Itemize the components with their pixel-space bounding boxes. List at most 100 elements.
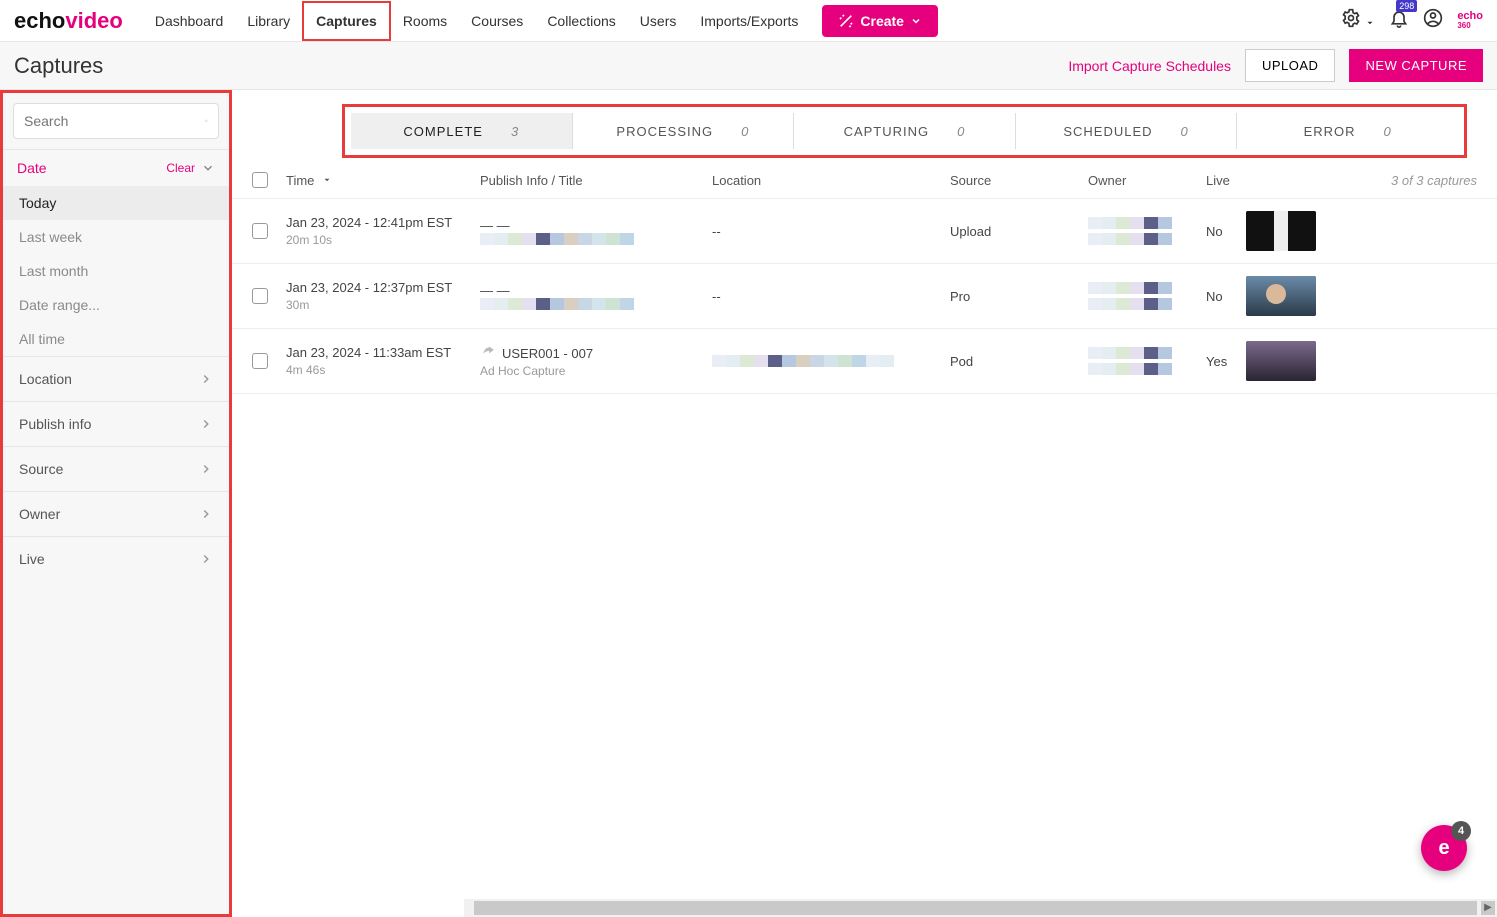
page-header: Captures Import Capture Schedules UPLOAD… [0, 42, 1497, 90]
cell-owner [1088, 347, 1206, 375]
cell-live: No [1206, 224, 1246, 239]
capture-count: 3 of 3 captures [1391, 173, 1477, 188]
nav-collections[interactable]: Collections [535, 3, 627, 39]
table-row[interactable]: Jan 23, 2024 - 12:41pm EST20m 10s— —--Up… [232, 199, 1497, 264]
nav-dashboard[interactable]: Dashboard [143, 3, 236, 39]
facet-list: LocationPublish infoSourceOwnerLive [3, 356, 229, 581]
cell-location [712, 355, 950, 367]
nav-users[interactable]: Users [628, 3, 689, 39]
notifications-button[interactable]: 298 [1389, 8, 1409, 33]
import-schedules-link[interactable]: Import Capture Schedules [1068, 58, 1231, 74]
create-button[interactable]: Create [822, 5, 938, 37]
capture-thumbnail[interactable] [1246, 276, 1316, 316]
search-icon [205, 112, 208, 130]
filter-sidebar: Date Clear TodayLast weekLast monthDate … [0, 90, 232, 917]
cell-source: Upload [950, 224, 1088, 239]
notif-badge: 298 [1396, 0, 1417, 12]
date-option-last-month[interactable]: Last month [3, 254, 229, 288]
status-tab-capturing[interactable]: CAPTURING0 [794, 113, 1016, 149]
cell-publish: USER001 - 007Ad Hoc Capture [480, 344, 712, 378]
col-owner[interactable]: Owner [1088, 173, 1206, 188]
upload-button[interactable]: UPLOAD [1245, 49, 1335, 82]
date-option-last-week[interactable]: Last week [3, 220, 229, 254]
scroll-right-arrow[interactable]: ▶ [1481, 901, 1495, 915]
horizontal-scrollbar[interactable]: ▶ [464, 899, 1497, 917]
chevron-down-icon [910, 15, 922, 27]
select-all-checkbox[interactable] [252, 172, 268, 188]
brand-part1: echo [14, 8, 65, 33]
cell-owner [1088, 282, 1206, 310]
chevron-right-icon [199, 507, 213, 521]
table-header: Time Publish Info / Title Location Sourc… [232, 164, 1497, 199]
help-fab[interactable]: e 4 [1421, 825, 1467, 871]
nav-library[interactable]: Library [235, 3, 302, 39]
redacted-content [1088, 363, 1206, 375]
top-nav: echovideo DashboardLibraryCapturesRoomsC… [0, 0, 1497, 42]
gear-icon [1341, 8, 1361, 28]
row-checkbox[interactable] [252, 288, 268, 304]
facet-location[interactable]: Location [3, 356, 229, 401]
sort-desc-icon [322, 175, 332, 185]
filter-date-label: Date [17, 160, 47, 176]
new-capture-button[interactable]: NEW CAPTURE [1349, 49, 1483, 82]
redacted-content [1088, 298, 1206, 310]
date-option-today[interactable]: Today [3, 186, 229, 220]
status-tab-scheduled[interactable]: SCHEDULED0 [1016, 113, 1238, 149]
nav-rooms[interactable]: Rooms [391, 3, 459, 39]
table-row[interactable]: Jan 23, 2024 - 12:37pm EST30m— —--ProNo [232, 264, 1497, 329]
facet-publish-info[interactable]: Publish info [3, 401, 229, 446]
col-source[interactable]: Source [950, 173, 1088, 188]
search-input[interactable] [24, 113, 205, 129]
capture-thumbnail[interactable] [1246, 211, 1316, 251]
status-tab-processing[interactable]: PROCESSING0 [573, 113, 795, 149]
facet-source[interactable]: Source [3, 446, 229, 491]
date-option-all-time[interactable]: All time [3, 322, 229, 356]
chevron-right-icon [199, 462, 213, 476]
facet-live[interactable]: Live [3, 536, 229, 581]
row-checkbox[interactable] [252, 353, 268, 369]
nav-courses[interactable]: Courses [459, 3, 535, 39]
account-button[interactable] [1423, 8, 1443, 33]
nav-captures[interactable]: Captures [302, 1, 391, 41]
capture-thumbnail[interactable] [1246, 341, 1316, 381]
status-tab-complete[interactable]: COMPLETE3 [351, 113, 573, 149]
chevron-right-icon [199, 552, 213, 566]
cell-source: Pro [950, 289, 1088, 304]
cell-location: -- [712, 224, 950, 239]
table-body: Jan 23, 2024 - 12:41pm EST20m 10s— —--Up… [232, 199, 1497, 394]
filter-date-header[interactable]: Date Clear [3, 149, 229, 186]
user-icon [1423, 8, 1443, 28]
status-tab-error[interactable]: ERROR0 [1237, 113, 1458, 149]
date-option-date-range---[interactable]: Date range... [3, 288, 229, 322]
cell-source: Pod [950, 354, 1088, 369]
share-icon [480, 346, 496, 361]
col-publish[interactable]: Publish Info / Title [480, 173, 712, 188]
col-time[interactable]: Time [286, 173, 480, 188]
scrollbar-thumb[interactable] [474, 901, 1477, 915]
fab-badge: 4 [1451, 821, 1471, 841]
settings-button[interactable] [1341, 8, 1375, 33]
chevron-down-icon [201, 161, 215, 175]
redacted-content [1088, 217, 1206, 229]
cell-time: Jan 23, 2024 - 11:33am EST4m 46s [286, 345, 480, 377]
table-row[interactable]: Jan 23, 2024 - 11:33am EST4m 46sUSER001 … [232, 329, 1497, 394]
row-checkbox[interactable] [252, 223, 268, 239]
body: Date Clear TodayLast weekLast monthDate … [0, 90, 1497, 917]
redacted-content [1088, 233, 1206, 245]
col-live[interactable]: Live [1206, 173, 1246, 188]
chevron-right-icon [199, 372, 213, 386]
search-wrap [3, 93, 229, 149]
search-box[interactable] [13, 103, 219, 139]
nav-imports-exports[interactable]: Imports/Exports [688, 3, 810, 39]
brand-part2: video [65, 8, 122, 33]
date-options: TodayLast weekLast monthDate range...All… [3, 186, 229, 356]
filter-clear[interactable]: Clear [166, 161, 215, 175]
status-tabs: COMPLETE3PROCESSING0CAPTURING0SCHEDULED0… [342, 104, 1467, 158]
col-location[interactable]: Location [712, 173, 950, 188]
cell-location: -- [712, 289, 950, 304]
facet-owner[interactable]: Owner [3, 491, 229, 536]
redacted-content [480, 298, 712, 310]
nav-links: DashboardLibraryCapturesRoomsCoursesColl… [143, 1, 811, 41]
brand-logo: echovideo [14, 8, 123, 34]
cell-time: Jan 23, 2024 - 12:41pm EST20m 10s [286, 215, 480, 247]
